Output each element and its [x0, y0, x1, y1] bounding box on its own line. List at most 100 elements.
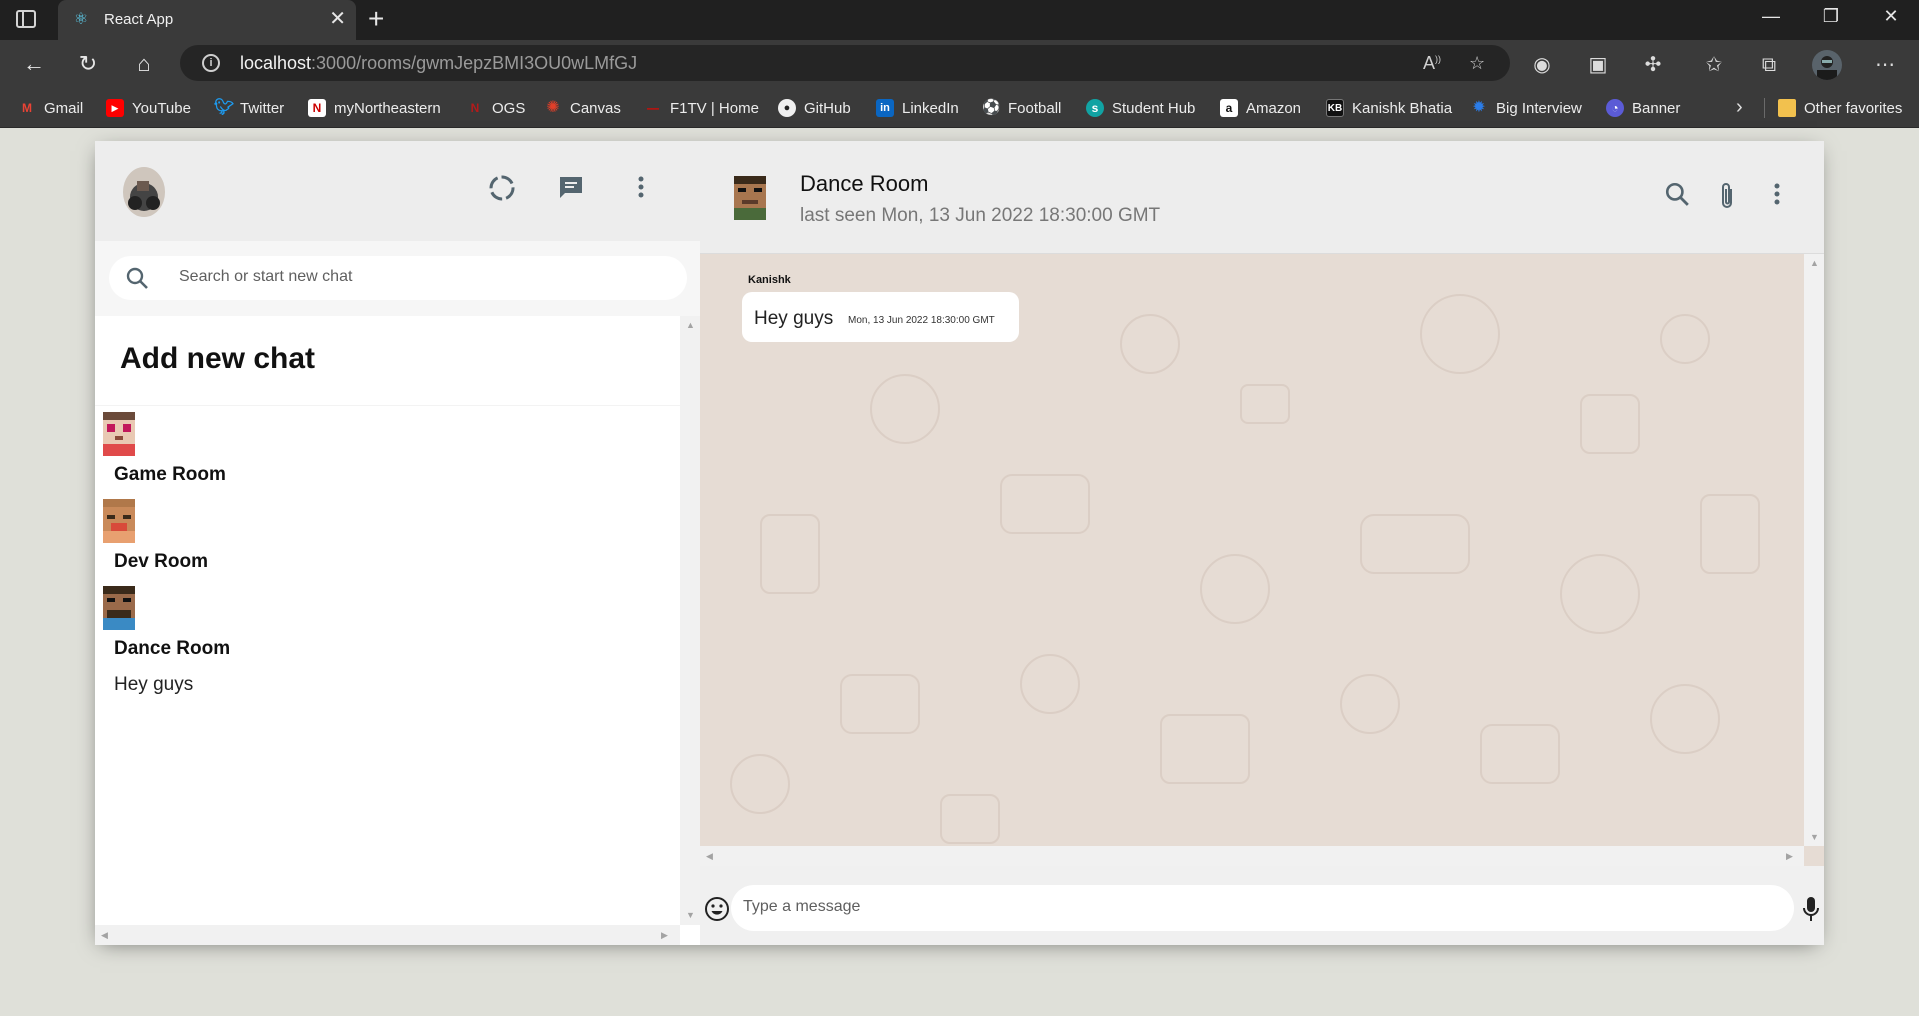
- message-input[interactable]: [743, 898, 1743, 916]
- chat-body: Kanishk Hey guys Mon, 13 Jun 2022 18:30:…: [700, 254, 1824, 866]
- bookmark-twitter[interactable]: 🐦︎ Twitter: [214, 88, 284, 128]
- chevron-right-icon[interactable]: ›: [1736, 96, 1743, 119]
- scroll-left-icon[interactable]: ◀: [101, 930, 108, 941]
- scroll-up-icon[interactable]: ▲: [686, 320, 695, 330]
- sidebar-search-container: [95, 241, 700, 316]
- bookmark-kanishk-bhatia[interactable]: KB Kanishk Bhatia: [1326, 88, 1452, 128]
- chat-list: Add new chat Game Room Dev Room Dance Ro…: [95, 316, 700, 945]
- canvas-icon: ✺: [546, 99, 560, 116]
- collections-icon[interactable]: ⧉: [1756, 52, 1782, 78]
- url-field[interactable]: i localhost:3000/rooms/gwmJepzBMI3OU0wLM…: [180, 45, 1510, 81]
- bookmark-amazon[interactable]: a Amazon: [1220, 88, 1301, 128]
- scroll-up-icon[interactable]: ▲: [1810, 258, 1819, 268]
- status-icon[interactable]: [485, 173, 519, 207]
- message-sender: Kanishk: [748, 274, 791, 286]
- chat-name: Dev Room: [114, 551, 208, 572]
- profile-avatar[interactable]: [1812, 50, 1842, 80]
- message-text: Hey guys: [754, 308, 834, 329]
- football-icon: ⚽: [982, 99, 1001, 116]
- search-icon[interactable]: [1660, 181, 1694, 215]
- gmail-icon: M: [22, 101, 32, 115]
- new-chat-icon[interactable]: [554, 174, 588, 208]
- browser-tab[interactable]: ⚛ React App ✕: [58, 0, 356, 40]
- twitter-icon: 🐦︎: [214, 99, 235, 116]
- address-bar: ← ↻ ⌂ i localhost:3000/rooms/gwmJepzBMI3…: [0, 40, 1919, 88]
- message-timestamp: Mon, 13 Jun 2022 18:30:00 GMT: [848, 315, 995, 326]
- bookmark-github[interactable]: ● GitHub: [778, 88, 851, 128]
- room-avatar[interactable]: [730, 175, 770, 221]
- room-avatar: [99, 499, 139, 543]
- close-tab-icon[interactable]: ✕: [329, 8, 346, 30]
- chat-list-vertical-scrollbar[interactable]: ▲ ▼: [680, 316, 700, 925]
- search-bar: [109, 256, 687, 300]
- bookmark-youtube[interactable]: ▶ YouTube: [106, 88, 191, 128]
- chat-list-horizontal-scrollbar[interactable]: ◀ ▶: [95, 925, 680, 945]
- chat-vertical-scrollbar[interactable]: ▲ ▼: [1804, 254, 1824, 846]
- attach-icon[interactable]: [1710, 181, 1744, 215]
- bookmark-f1tv[interactable]: — F1TV | Home: [644, 88, 759, 128]
- kanishk-site-icon: KB: [1326, 99, 1344, 117]
- browser-tab-bar: ⚛ React App ✕ + — ❐ ✕: [0, 0, 1919, 40]
- favorites-icon[interactable]: ✩: [1701, 52, 1727, 78]
- more-vert-icon[interactable]: [624, 174, 658, 208]
- more-vert-icon[interactable]: [1760, 181, 1794, 215]
- bookmark-gmail[interactable]: M Gmail: [18, 88, 83, 128]
- settings-more-icon[interactable]: ⋯: [1872, 52, 1898, 78]
- read-aloud-icon[interactable]: A)): [1423, 53, 1441, 74]
- bookmark-canvas[interactable]: ✺ Canvas: [544, 88, 621, 128]
- folder-icon: [1778, 99, 1796, 117]
- refresh-icon[interactable]: ↻: [74, 50, 102, 78]
- room-avatar: [99, 412, 139, 456]
- chat-name: Dance Room: [114, 638, 231, 659]
- scroll-right-icon[interactable]: ▶: [661, 930, 668, 941]
- room-avatar: [99, 586, 139, 630]
- bookmark-ogs[interactable]: N OGS: [466, 88, 526, 128]
- bookmark-mynortheastern[interactable]: N myNortheastern: [308, 88, 441, 128]
- extensions-icon[interactable]: ✣: [1640, 52, 1666, 78]
- close-window-icon[interactable]: ✕: [1868, 6, 1914, 27]
- chat-item-dev-room[interactable]: Dev Room: [95, 499, 680, 579]
- back-icon[interactable]: ←: [20, 50, 48, 78]
- scroll-down-icon[interactable]: ▼: [1810, 832, 1819, 842]
- scroll-down-icon[interactable]: ▼: [686, 910, 695, 920]
- whatsapp-clone-app: Add new chat Game Room: [95, 141, 1824, 945]
- mic-icon[interactable]: [1802, 896, 1820, 924]
- chat-item-game-room[interactable]: Game Room: [95, 412, 680, 492]
- bookmark-banner[interactable]: ◔ Banner: [1606, 88, 1680, 128]
- bookmark-linkedin[interactable]: in LinkedIn: [876, 88, 959, 128]
- ogs-icon: N: [470, 101, 480, 115]
- f1tv-icon: —: [647, 101, 659, 115]
- chat-item-dance-room[interactable]: Dance Room Hey guys: [95, 586, 680, 701]
- new-tab-icon[interactable]: +: [368, 5, 384, 33]
- chat-last-message: Hey guys: [114, 674, 194, 695]
- youtube-icon: ▶: [106, 99, 124, 117]
- emoji-icon[interactable]: [704, 896, 730, 922]
- restore-icon[interactable]: ❐: [1808, 6, 1854, 27]
- extension-box-icon[interactable]: ▣: [1585, 52, 1611, 78]
- chat-horizontal-scrollbar[interactable]: ◀ ▶: [700, 846, 1804, 866]
- user-avatar[interactable]: [123, 167, 165, 217]
- room-title: Dance Room: [800, 171, 929, 196]
- scroll-left-icon[interactable]: ◀: [706, 851, 713, 862]
- bookmarks-bar: M Gmail ▶ YouTube 🐦︎ Twitter N myNorthea…: [0, 88, 1919, 128]
- sidebar: Add new chat Game Room: [95, 141, 700, 945]
- bookmark-football[interactable]: ⚽ Football: [982, 88, 1061, 128]
- chat-name: Game Room: [114, 464, 226, 485]
- bookmark-other-favorites[interactable]: Other favorites: [1778, 88, 1902, 128]
- chat-footer: [700, 866, 1824, 945]
- scroll-right-icon[interactable]: ▶: [1786, 851, 1793, 862]
- minimize-icon[interactable]: —: [1748, 6, 1794, 27]
- home-icon[interactable]: ⌂: [130, 50, 158, 78]
- big-interview-icon: ✹: [1472, 99, 1486, 116]
- add-new-chat[interactable]: Add new chat: [95, 316, 680, 406]
- site-info-icon[interactable]: i: [202, 54, 220, 72]
- northeastern-icon: N: [308, 99, 326, 117]
- add-favorite-icon[interactable]: ☆: [1469, 53, 1485, 74]
- search-input[interactable]: [179, 268, 659, 286]
- message-input-container: [731, 885, 1794, 931]
- bookmark-big-interview[interactable]: ✹ Big Interview: [1470, 88, 1582, 128]
- search-icon: [125, 266, 149, 290]
- extension-owl-icon[interactable]: ◉: [1529, 52, 1555, 78]
- tab-actions-icon[interactable]: [16, 10, 36, 28]
- bookmark-student-hub[interactable]: s Student Hub: [1086, 88, 1195, 128]
